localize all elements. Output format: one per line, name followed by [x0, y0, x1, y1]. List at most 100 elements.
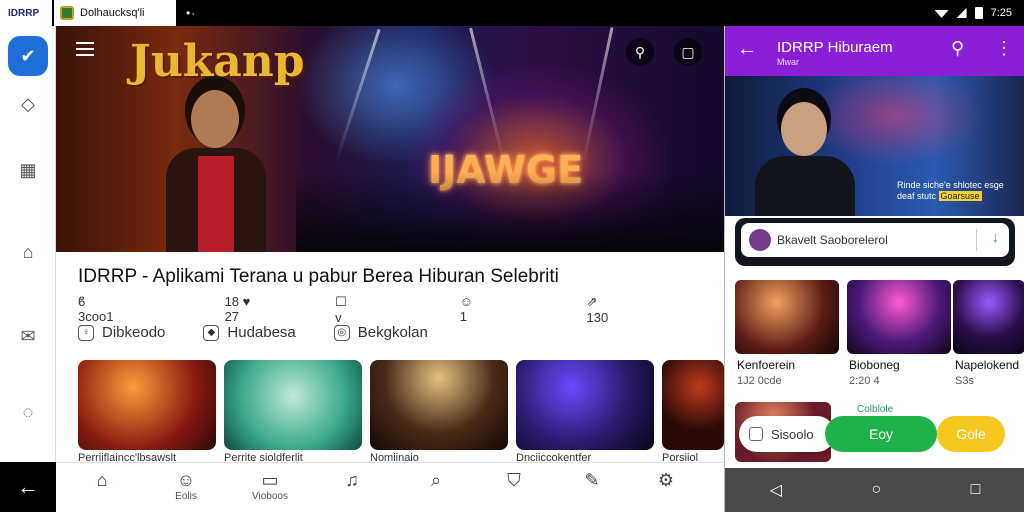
app-favicon-icon: [60, 6, 74, 20]
battery-icon: [974, 7, 983, 19]
screen: IDRRP Dolhaucksq'li •· 7:25 ✔ ◇ ▦ ⌂ ✉ ◌ …: [0, 0, 1024, 512]
stats-row: ϐ 3coo1 18 ♥ 27 ☐ v ☺ 1 ⇗ 130: [78, 294, 724, 325]
panel-card-row: Kenfoerein 1J2 0cde Bioboneg 2:20 4 Nape…: [735, 280, 1024, 400]
card-title: Kenfoerein: [737, 358, 796, 372]
nav-settings[interactable]: ⚙: [636, 469, 696, 491]
home-outline-icon[interactable]: ⌂: [8, 232, 48, 272]
search-icon: ⌕: [430, 470, 442, 490]
buy-button[interactable]: Eoy: [825, 416, 937, 452]
lower-card-label: Colblole: [857, 404, 894, 415]
nav-shield[interactable]: ⛉: [484, 469, 544, 491]
views-icon: ϐ: [78, 294, 86, 309]
gear-icon: ⚙: [657, 470, 675, 490]
media-card[interactable]: [735, 280, 839, 354]
tab-label: IDRRP: [8, 7, 40, 19]
dots-icon[interactable]: •·: [186, 6, 196, 20]
thumbnail-card[interactable]: [516, 360, 654, 450]
panel-subtitle: Mwar: [777, 57, 799, 67]
nav-music[interactable]: ♫: [322, 469, 382, 491]
crowd-silhouette: [296, 172, 724, 252]
tag-icon: ◆: [203, 324, 220, 341]
thumbnail-card[interactable]: [662, 360, 724, 450]
thumbnail-card[interactable]: [370, 360, 508, 450]
panel-app-bar: ← IDRRP Hiburaem Mwar ⚲ ⋮: [725, 26, 1024, 76]
share-stat[interactable]: ⇗ 130: [587, 294, 686, 325]
chip-bekgkolan[interactable]: ◎ Bekgkolan: [333, 324, 428, 341]
browser-tab-idrrp[interactable]: IDRRP: [0, 0, 52, 26]
back-triangle-icon[interactable]: ◁: [770, 480, 782, 500]
nav-profile[interactable]: ☺ Eolis: [156, 469, 216, 502]
avatar: [749, 229, 771, 251]
browser-tab-active[interactable]: Dolhaucksq'li: [54, 0, 176, 26]
home-icon: ⌂: [96, 470, 108, 490]
hero-banner[interactable]: Jukanp IJAWGE ⚲ ▢: [56, 26, 724, 252]
music-icon: ♫: [345, 470, 359, 490]
download-field[interactable]: Bkavelt Saoborelerol ↓: [741, 223, 1009, 257]
chip-dibkeodo[interactable]: ♀ Dibkeodo: [78, 324, 165, 341]
gold-button[interactable]: Gole: [937, 416, 1005, 452]
download-bar: Bkavelt Saoborelerol ↓: [735, 218, 1015, 266]
card-title: Napelokend: [955, 358, 1020, 372]
cast-icon[interactable]: ▢: [674, 38, 702, 66]
thumbnail-strip: Perriiflaincc'lbsawslt Perrite sioldferl…: [78, 360, 728, 464]
chip-hudabesa[interactable]: ◆ Hudabesa: [203, 324, 296, 341]
mail-icon[interactable]: ✉: [8, 316, 48, 356]
tab-label: Dolhaucksq'li: [80, 7, 145, 19]
chat-icon[interactable]: ◌: [8, 392, 48, 432]
card-subtitle: 1J2 0cde: [737, 375, 782, 387]
panel-hero-image[interactable]: Rinde siche'e shlotec esge deaf stutc Go…: [725, 76, 1024, 216]
reaction-icon: ☺: [459, 294, 474, 309]
card-title: Bioboneg: [849, 358, 900, 372]
reaction-stat[interactable]: ☺ 1: [460, 294, 549, 325]
stream-icon: [749, 427, 763, 441]
profile-icon: ☺: [176, 470, 196, 490]
nav-home[interactable]: ⌂: [72, 469, 132, 491]
nav-edit[interactable]: ✎: [562, 469, 622, 491]
page-title: IDRRP - Aplikami Terana u pabur Berea Hi…: [78, 266, 559, 287]
back-arrow-icon[interactable]: ←: [0, 462, 56, 512]
thumbnail-card[interactable]: [78, 360, 216, 450]
hero-caption: Rinde siche'e shlotec esge deaf stutc Go…: [897, 180, 1004, 201]
views-stat: ϐ 3coo1: [78, 294, 114, 324]
media-card[interactable]: [847, 280, 951, 354]
media-card[interactable]: [953, 280, 1024, 354]
search-icon[interactable]: ⚲: [951, 38, 964, 59]
hamburger-menu-icon[interactable]: [76, 42, 94, 56]
recents-square-icon[interactable]: □: [971, 481, 981, 499]
status-bar: IDRRP Dolhaucksq'li •· 7:25: [0, 0, 1024, 26]
pin-icon: ♀: [78, 324, 94, 341]
android-nav-bar: ◁ ○ □: [725, 468, 1024, 512]
record-icon: ◎: [333, 324, 350, 341]
thumbnail-card[interactable]: [224, 360, 362, 450]
signal-icon: [956, 8, 967, 18]
shield-check-icon[interactable]: ✔: [8, 36, 48, 76]
phone-panel: ← IDRRP Hiburaem Mwar ⚲ ⋮ Rinde siche'e …: [724, 26, 1024, 512]
download-text: Bkavelt Saoborelerol: [777, 233, 888, 247]
calendar-icon[interactable]: ▦: [8, 150, 48, 190]
nav-videos[interactable]: ▭ Vioboos: [240, 469, 300, 502]
diamond-icon[interactable]: ◇: [8, 84, 48, 124]
shield-icon: ⛉: [507, 470, 521, 490]
caption-highlight: Goarsuse: [938, 191, 982, 201]
edit-icon: ✎: [584, 470, 600, 490]
panel-title: IDRRP Hiburaem: [777, 39, 893, 56]
nav-search[interactable]: ⌕: [406, 469, 466, 491]
more-vert-icon[interactable]: ⋮: [995, 38, 1013, 59]
category-chips: ♀ Dibkeodo ◆ Hudabesa ◎ Bekgkolan: [78, 324, 466, 341]
bottom-navigation: ⌂ ☺ Eolis ▭ Vioboos ♫ ⌕ ⛉ ✎ ⚙: [56, 462, 724, 512]
search-icon[interactable]: ⚲: [626, 38, 654, 66]
likes-stat[interactable]: 18 ♥ 27: [225, 294, 298, 325]
share-icon: ⇗: [586, 294, 598, 309]
comment-stat[interactable]: ☐ v: [335, 294, 422, 325]
home-circle-icon[interactable]: ○: [871, 481, 881, 499]
card-subtitle: S3s: [955, 375, 974, 387]
status-icons: 7:25: [934, 0, 1012, 26]
stream-button[interactable]: Sisoolo: [739, 416, 835, 452]
download-icon[interactable]: ↓: [992, 229, 1000, 246]
card-subtitle: 2:20 4: [849, 375, 880, 387]
hero-celebrity-image: [156, 76, 276, 252]
singer-image: [755, 98, 855, 216]
content-info: IDRRP - Aplikami Terana u pabur Berea Hi…: [56, 252, 724, 464]
back-arrow-icon[interactable]: ←: [737, 38, 757, 61]
wifi-icon: [934, 10, 949, 18]
